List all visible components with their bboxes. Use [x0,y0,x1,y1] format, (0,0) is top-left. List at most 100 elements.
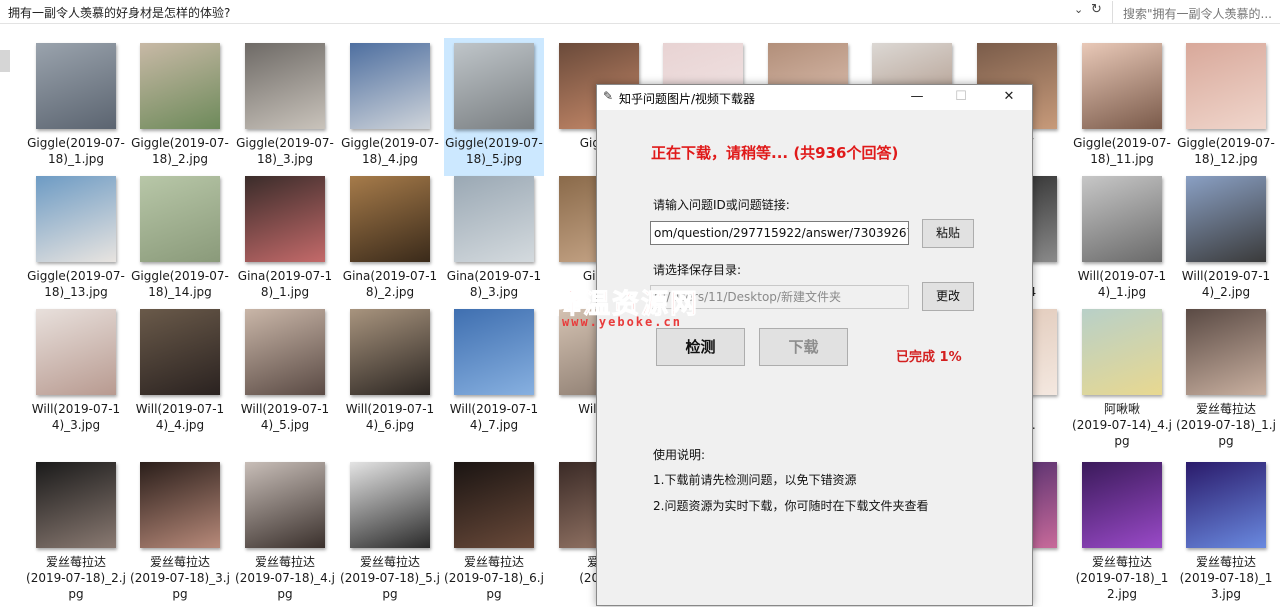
file-item[interactable]: Giggle(2019-07-18)_11.jpg [1072,38,1172,176]
file-name: Will(2019-07-14)_7.jpg [449,402,539,432]
file-item[interactable]: 爱丝莓拉达 (2019-07-18)_1.jpg [1176,304,1276,448]
change-dir-button[interactable]: 更改 [922,282,974,311]
explorer-window: 拥有一副令人羡慕的好身材是怎样的体验? ⌄ ↻ 搜索"拥有一副令人羡慕的... … [0,0,1280,607]
paste-button[interactable]: 粘贴 [922,219,974,248]
file-item[interactable]: Giggle(2019-07-18)_1.jpg [26,38,126,176]
file-thumbnail [245,462,325,548]
search-input[interactable]: 搜索"拥有一副令人羡慕的... [1112,1,1280,23]
file-thumbnail [245,176,325,262]
feather-icon: ✎ [603,89,614,103]
file-thumbnail [245,309,325,395]
file-item[interactable]: Giggle(2019-07-18)_12.jpg [1176,38,1276,176]
file-item[interactable]: 爱丝莓拉达 (2019-07-18)_13.jpg [1176,457,1276,601]
file-item[interactable]: Gina(2019-07-18)_2.jpg [340,171,440,309]
file-item[interactable]: 爱丝莓拉达 (2019-07-18)_4.jpg [235,457,335,601]
instruction-1: 1.下载前请先检测问题，以免下错资源 [653,473,857,487]
file-thumbnail [1186,462,1266,548]
file-name: Giggle(2019-07-18)_5.jpg [445,136,543,166]
file-item[interactable]: Giggle(2019-07-18)_3.jpg [235,38,335,176]
file-thumbnail [1186,309,1266,395]
file-item[interactable]: Giggle(2019-07-18)_2.jpg [130,38,230,176]
file-thumbnail [140,462,220,548]
file-item[interactable]: Will(2019-07-14)_5.jpg [235,304,335,442]
chevron-down-icon[interactable]: ⌄ [1074,3,1083,16]
file-name: Will(2019-07-14)_1.jpg [1077,269,1167,299]
file-item[interactable]: 爱丝莓拉达 (2019-07-18)_2.jpg [26,457,126,601]
file-name: Giggle(2019-07-18)_1.jpg [27,136,125,166]
file-thumbnail [1082,462,1162,548]
file-thumbnail [1082,43,1162,129]
file-item[interactable]: Gina(2019-07-18)_3.jpg [444,171,544,309]
download-status: 正在下载，请稍等... (共936个回答) [651,144,899,162]
file-thumbnail [36,43,116,129]
file-name: Giggle(2019-07-18)_3.jpg [236,136,334,166]
file-thumbnail [36,176,116,262]
file-item[interactable]: Giggle(2019-07-18)_4.jpg [340,38,440,176]
file-name: Gina(2019-07-18)_3.jpg [446,269,542,299]
file-item[interactable]: 阿啾啾 (2019-07-14)_4.jpg [1072,304,1172,448]
file-item[interactable]: 爱丝莓拉达 (2019-07-18)_12.jpg [1072,457,1172,601]
file-item[interactable]: Will(2019-07-14)_7.jpg [444,304,544,442]
progress-text: 已完成 1% [896,350,962,365]
file-thumbnail [350,43,430,129]
dialog-title: 知乎问题图片/视频下载器 [619,92,756,106]
downloader-dialog: ✎ 知乎问题图片/视频下载器 — ☐ ✕ 正在下载，请稍等... (共936个回… [596,84,1033,606]
watermark: 降温资源网 www.yeboke.cn [554,282,744,330]
file-name: Gina(2019-07-18)_2.jpg [342,269,438,299]
file-name: 阿啾啾 (2019-07-14)_4.jpg [1072,402,1172,448]
file-name: 爱丝莓拉达 (2019-07-18)_2.jpg [26,555,126,601]
dialog-titlebar[interactable]: ✎ 知乎问题图片/视频下载器 — ☐ ✕ [597,85,1032,110]
address-path[interactable]: 拥有一副令人羡慕的好身材是怎样的体验? [8,4,230,21]
file-name: 爱丝莓拉达 (2019-07-18)_13.jpg [1179,555,1273,601]
file-thumbnail [245,43,325,129]
file-thumbnail [454,462,534,548]
navigation-pane-scrollbar[interactable] [0,50,10,72]
file-thumbnail [1082,176,1162,262]
refresh-icon[interactable]: ↻ [1091,2,1102,17]
instruction-2: 2.问题资源为实时下载，你可随时在下载文件夹查看 [653,499,929,513]
file-name: 爱丝莓拉达 (2019-07-18)_4.jpg [235,555,335,601]
file-item[interactable]: Giggle(2019-07-18)_5.jpg [444,38,544,176]
file-name: Giggle(2019-07-18)_11.jpg [1073,136,1171,166]
file-thumbnail [1186,176,1266,262]
detect-button[interactable]: 检测 [656,328,745,366]
address-bar[interactable]: 拥有一副令人羡慕的好身材是怎样的体验? ⌄ ↻ 搜索"拥有一副令人羡慕的... [0,0,1280,24]
file-name: Will(2019-07-14)_6.jpg [345,402,435,432]
file-item[interactable]: 爱丝莓拉达 (2019-07-18)_3.jpg [130,457,230,601]
file-thumbnail [454,43,534,129]
file-name: Will(2019-07-14)_5.jpg [240,402,330,432]
file-item[interactable]: Gina(2019-07-18)_1.jpg [235,171,335,309]
file-item[interactable]: Giggle(2019-07-18)_13.jpg [26,171,126,309]
file-thumbnail [36,462,116,548]
search-placeholder: 搜索"拥有一副令人羡慕的... [1123,7,1272,21]
maximize-icon[interactable]: ☐ [947,87,975,107]
file-thumbnail [1082,309,1162,395]
url-label: 请输入问题ID或问题链接: [653,198,790,212]
file-item[interactable]: Will(2019-07-14)_3.jpg [26,304,126,442]
file-thumbnail [140,176,220,262]
file-item[interactable]: Will(2019-07-14)_1.jpg [1072,171,1172,309]
file-item[interactable]: Will(2019-07-14)_6.jpg [340,304,440,442]
file-name: Giggle(2019-07-18)_2.jpg [131,136,229,166]
file-thumbnail [350,309,430,395]
file-thumbnail [350,176,430,262]
file-name: 爱丝莓拉达 (2019-07-18)_12.jpg [1075,555,1169,601]
file-item[interactable]: Will(2019-07-14)_4.jpg [130,304,230,442]
file-name: Giggle(2019-07-18)_14.jpg [131,269,229,299]
url-field[interactable]: om/question/297715922/answer/730392675 [650,221,909,245]
file-name: 爱丝莓拉达 (2019-07-18)_1.jpg [1176,402,1276,448]
file-item[interactable]: Will(2019-07-14)_2.jpg [1176,171,1276,309]
instructions-title: 使用说明: [653,448,706,462]
minimize-icon[interactable]: — [903,87,931,107]
file-thumbnail [36,309,116,395]
file-name: 爱丝莓拉达 (2019-07-18)_3.jpg [130,555,230,601]
file-thumbnail [1186,43,1266,129]
file-name: Will(2019-07-14)_2.jpg [1181,269,1271,299]
download-button[interactable]: 下载 [759,328,848,366]
file-name: 爱丝莓拉达 (2019-07-18)_6.jpg [444,555,544,601]
file-item[interactable]: Giggle(2019-07-18)_14.jpg [130,171,230,309]
file-item[interactable]: 爱丝莓拉达 (2019-07-18)_6.jpg [444,457,544,601]
file-item[interactable]: 爱丝莓拉达 (2019-07-18)_5.jpg [340,457,440,601]
file-thumbnail [454,176,534,262]
close-icon[interactable]: ✕ [995,87,1023,107]
